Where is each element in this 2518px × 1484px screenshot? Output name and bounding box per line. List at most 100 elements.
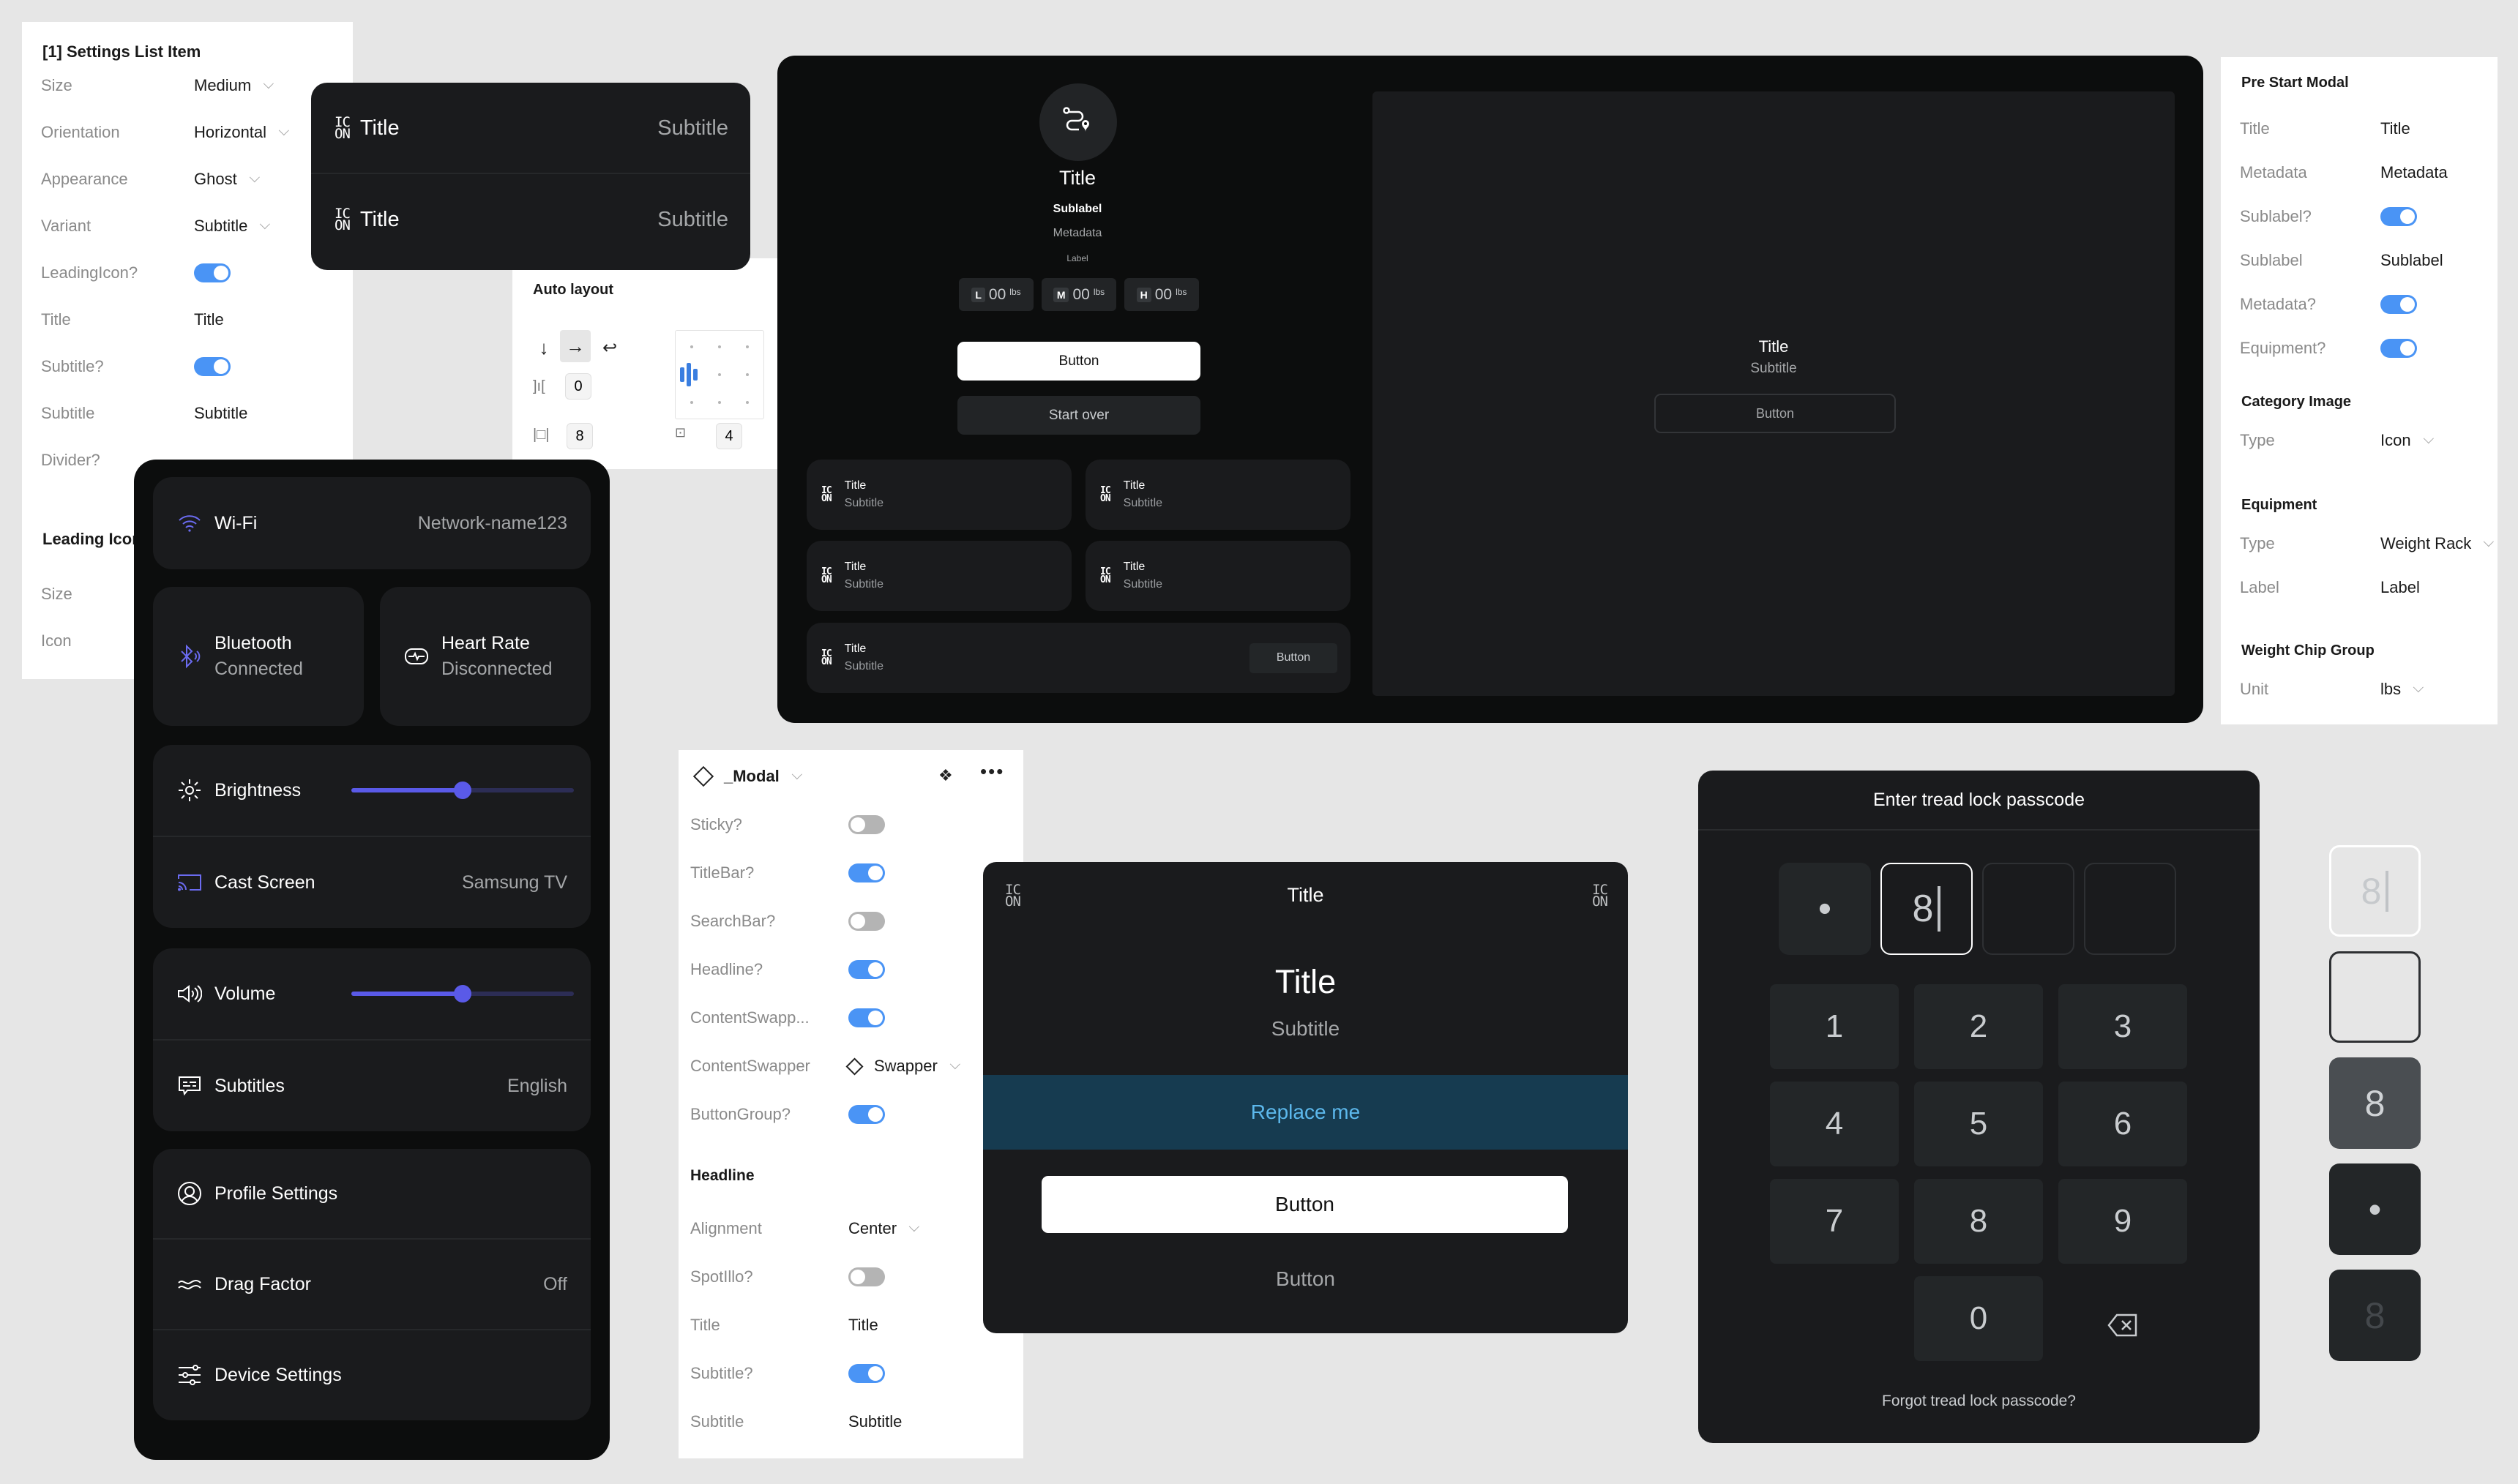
prop-dropdown[interactable]: Subtitle	[194, 217, 271, 236]
volume-slider-handle[interactable]	[454, 985, 471, 1003]
device-settings-row[interactable]: Device Settings	[153, 1330, 591, 1420]
tile-text: Title Subtitle	[845, 479, 883, 510]
backspace-icon	[2107, 1314, 2137, 1337]
property-row: Title Title	[22, 305, 353, 334]
slot-state-chip	[2329, 951, 2421, 1043]
backspace-button[interactable]	[2058, 1283, 2187, 1368]
primary-button[interactable]: Button	[957, 342, 1200, 381]
placeholder-icon: IC ON	[821, 648, 832, 667]
prop-label: Unit	[2240, 680, 2269, 698]
keypad-key[interactable]: 3	[2058, 984, 2187, 1069]
prop-value-text: Center	[848, 1219, 897, 1237]
toggle-switch[interactable]	[848, 960, 885, 979]
brightness-slider-handle[interactable]	[454, 782, 471, 799]
prop-text-field[interactable]: Title	[2380, 119, 2410, 138]
content-swapper: Replace me	[983, 1075, 1628, 1150]
keypad-key[interactable]: 1	[1770, 984, 1899, 1069]
subtitles-row[interactable]: Subtitles English	[153, 1041, 591, 1131]
category-icon-circle	[1039, 83, 1117, 161]
direction-wrap-icon[interactable]: ↩	[597, 333, 622, 362]
padding-vertical-input[interactable]: 4	[716, 423, 742, 449]
keypad-key[interactable]: 8	[1914, 1179, 2043, 1264]
drag-factor-row[interactable]: Drag Factor Off	[153, 1240, 591, 1329]
direction-horizontal-icon[interactable]: →	[560, 330, 591, 362]
keypad-key[interactable]: 9	[2058, 1179, 2187, 1264]
content-tile[interactable]: IC ON Title Subtitle	[807, 460, 1072, 530]
prop-label: LeadingIcon?	[41, 263, 138, 282]
instance-swap[interactable]: Swapper	[845, 1057, 960, 1076]
prop-text-field[interactable]: Title	[848, 1316, 878, 1335]
volume-slider[interactable]	[351, 985, 574, 1003]
empty-state-panel: Title Subtitle Button	[1372, 91, 2175, 696]
prop-text-field[interactable]: Title	[194, 310, 224, 329]
keypad-key[interactable]: 7	[1770, 1179, 1899, 1264]
prop-dropdown[interactable]: Weight Rack	[2380, 534, 2495, 553]
prop-text-field[interactable]: Subtitle	[848, 1412, 902, 1431]
prop-dropdown[interactable]: Center	[848, 1219, 919, 1238]
prop-dropdown[interactable]: Medium	[194, 76, 274, 95]
panel-heading: [1] Settings List Item	[42, 42, 201, 61]
brightness-slider[interactable]	[351, 782, 574, 799]
prop-text-field[interactable]: Sublabel	[2380, 251, 2443, 270]
passcode-slot[interactable]: 8	[1880, 863, 1973, 955]
tile-button[interactable]: Button	[1249, 642, 1337, 673]
modal-primary-button[interactable]: Button	[1042, 1176, 1568, 1233]
bluetooth-card[interactable]: Bluetooth Connected	[153, 587, 364, 726]
passcode-slot[interactable]: •	[1779, 863, 1871, 955]
prop-dropdown[interactable]: Horizontal	[194, 123, 289, 142]
alignment-grid[interactable]	[675, 330, 764, 419]
passcode-slot[interactable]	[2084, 863, 2176, 955]
heart-rate-card[interactable]: Heart Rate Disconnected	[380, 587, 591, 726]
modal-secondary-button[interactable]: Button	[983, 1267, 1628, 1291]
padding-horizontal-input[interactable]: 8	[567, 423, 593, 449]
toggle-switch[interactable]	[848, 912, 885, 931]
toggle-switch[interactable]	[2380, 207, 2417, 226]
component-selector[interactable]: _Modal	[690, 760, 802, 792]
keypad-key[interactable]: 5	[1914, 1082, 2043, 1166]
toggle-switch[interactable]	[848, 1364, 885, 1383]
profile-settings-row[interactable]: Profile Settings	[153, 1149, 591, 1238]
content-tile[interactable]: IC ON Title Subtitle	[1086, 460, 1350, 530]
list-item[interactable]: IC ON Title Subtitle	[311, 83, 750, 173]
gap-input[interactable]: 0	[565, 373, 591, 400]
prop-dropdown[interactable]: Ghost	[194, 170, 260, 189]
prop-label: Orientation	[41, 123, 120, 141]
forgot-passcode-link[interactable]: Forgot tread lock passcode?	[1698, 1393, 2260, 1410]
more-options-icon[interactable]: •••	[980, 760, 1004, 783]
prop-label: TitleBar?	[690, 863, 755, 882]
toggle-switch[interactable]	[848, 1267, 885, 1286]
toggle-switch[interactable]	[2380, 339, 2417, 358]
toggle-switch[interactable]	[194, 357, 231, 376]
direction-vertical-icon[interactable]: ↓	[533, 333, 555, 362]
empty-state-button[interactable]: Button	[1654, 394, 1896, 433]
keypad-key[interactable]: 2	[1914, 984, 2043, 1069]
content-tile[interactable]: IC ON Title Subtitle	[1086, 541, 1350, 611]
toggle-switch[interactable]	[2380, 295, 2417, 314]
prop-text-field[interactable]: Label	[2380, 578, 2420, 597]
toggle-switch[interactable]	[194, 263, 231, 282]
list-item[interactable]: IC ON Title Subtitle	[311, 174, 750, 265]
preview-sublabel: Sublabel	[1053, 203, 1102, 215]
prop-dropdown[interactable]: lbs	[2380, 680, 2424, 699]
cast-row[interactable]: Cast Screen Samsung TV	[153, 837, 591, 928]
keypad-key[interactable]: 6	[2058, 1082, 2187, 1166]
weight-level-badge: L	[971, 287, 985, 302]
toggle-switch[interactable]	[848, 863, 885, 882]
toggle-switch[interactable]	[848, 1105, 885, 1124]
prop-text-field[interactable]: Metadata	[2380, 163, 2448, 182]
weight-chip: L 00 lbs	[959, 278, 1034, 311]
toggle-switch[interactable]	[848, 815, 885, 834]
titlebar-trailing-icon[interactable]: IC ON	[1592, 882, 1608, 908]
toggle-switch[interactable]	[848, 1008, 885, 1027]
keypad-key[interactable]: 4	[1770, 1082, 1899, 1166]
variants-icon[interactable]: ❖	[938, 766, 953, 785]
prop-text-field[interactable]: Subtitle	[194, 404, 247, 423]
start-over-button[interactable]: Start over	[957, 396, 1200, 435]
prop-label: Sublabel?	[2240, 207, 2312, 225]
wifi-card[interactable]: Wi-Fi Network-name123	[153, 477, 591, 569]
content-tile[interactable]: IC ON Title Subtitle Button	[807, 623, 1350, 693]
prop-dropdown[interactable]: Icon	[2380, 431, 2434, 450]
keypad-key[interactable]: 0	[1914, 1276, 2043, 1361]
passcode-slot[interactable]	[1982, 863, 2074, 955]
content-tile[interactable]: IC ON Title Subtitle	[807, 541, 1072, 611]
